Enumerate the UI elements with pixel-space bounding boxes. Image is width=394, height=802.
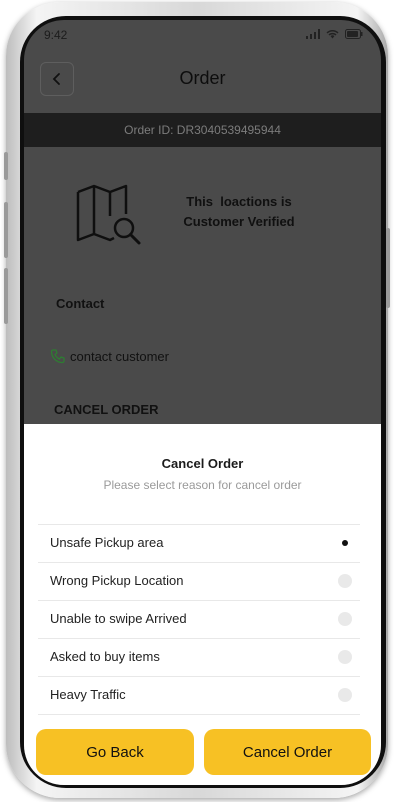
side-button <box>4 152 8 180</box>
verified-line-2: Customer Verified <box>183 214 295 229</box>
reason-option[interactable]: Unable to swipe Arrived <box>38 601 360 639</box>
header: Order <box>24 60 381 108</box>
radio-button[interactable] <box>338 650 352 664</box>
screen: 9:42 Order Order ID: DR3040539495944 Thi… <box>24 20 381 785</box>
cancel-order-sheet: Cancel Order Please select reason for ca… <box>24 424 381 785</box>
status-bar: 9:42 <box>24 20 381 50</box>
cancel-order-heading: CANCEL ORDER <box>54 402 159 417</box>
order-id-bar: Order ID: DR3040539495944 <box>24 113 381 147</box>
reason-label: Wrong Pickup Location <box>50 573 184 588</box>
status-time: 9:42 <box>44 28 68 42</box>
reason-label: Asked to buy items <box>50 649 160 664</box>
map-search-icon <box>76 184 141 245</box>
reason-option[interactable]: Wrong Pickup Location <box>38 563 360 601</box>
status-icons <box>306 29 363 39</box>
reason-list: Unsafe Pickup area Wrong Pickup Location… <box>38 524 360 715</box>
contact-customer-link[interactable]: contact customer <box>50 348 169 364</box>
radio-button[interactable] <box>338 612 352 626</box>
radio-button[interactable] <box>338 688 352 702</box>
reason-option[interactable]: Heavy Traffic <box>38 677 360 715</box>
sheet-subtitle: Please select reason for cancel order <box>103 478 302 492</box>
reason-label: Heavy Traffic <box>50 687 126 702</box>
radio-button-selected[interactable] <box>338 536 352 550</box>
power-button <box>386 228 390 308</box>
reason-label: Unable to swipe Arrived <box>50 611 187 626</box>
battery-icon <box>345 29 363 39</box>
phone-icon <box>50 349 65 364</box>
cancel-order-button[interactable]: Cancel Order <box>204 729 371 775</box>
reason-option[interactable]: Unsafe Pickup area <box>38 524 360 563</box>
reason-label: Unsafe Pickup area <box>50 535 164 550</box>
sheet-title: Cancel Order <box>161 456 244 471</box>
order-id: Order ID: DR3040539495944 <box>124 123 281 137</box>
phone-frame: 9:42 Order Order ID: DR3040539495944 Thi… <box>4 2 390 798</box>
contact-section-label: Contact <box>56 296 105 311</box>
go-back-button[interactable]: Go Back <box>36 729 194 775</box>
volume-up-button <box>4 202 8 258</box>
contact-customer-text: contact customer <box>70 348 169 364</box>
reason-option[interactable]: Asked to buy items <box>38 639 360 677</box>
volume-down-button <box>4 268 8 324</box>
page-title: Order <box>179 68 226 88</box>
signal-icon <box>306 29 320 39</box>
location-verified-text: This loactions is Customer Verified <box>164 192 314 232</box>
radio-button[interactable] <box>338 574 352 588</box>
wifi-icon <box>326 30 339 39</box>
verified-line-1: This loactions is <box>186 194 292 209</box>
